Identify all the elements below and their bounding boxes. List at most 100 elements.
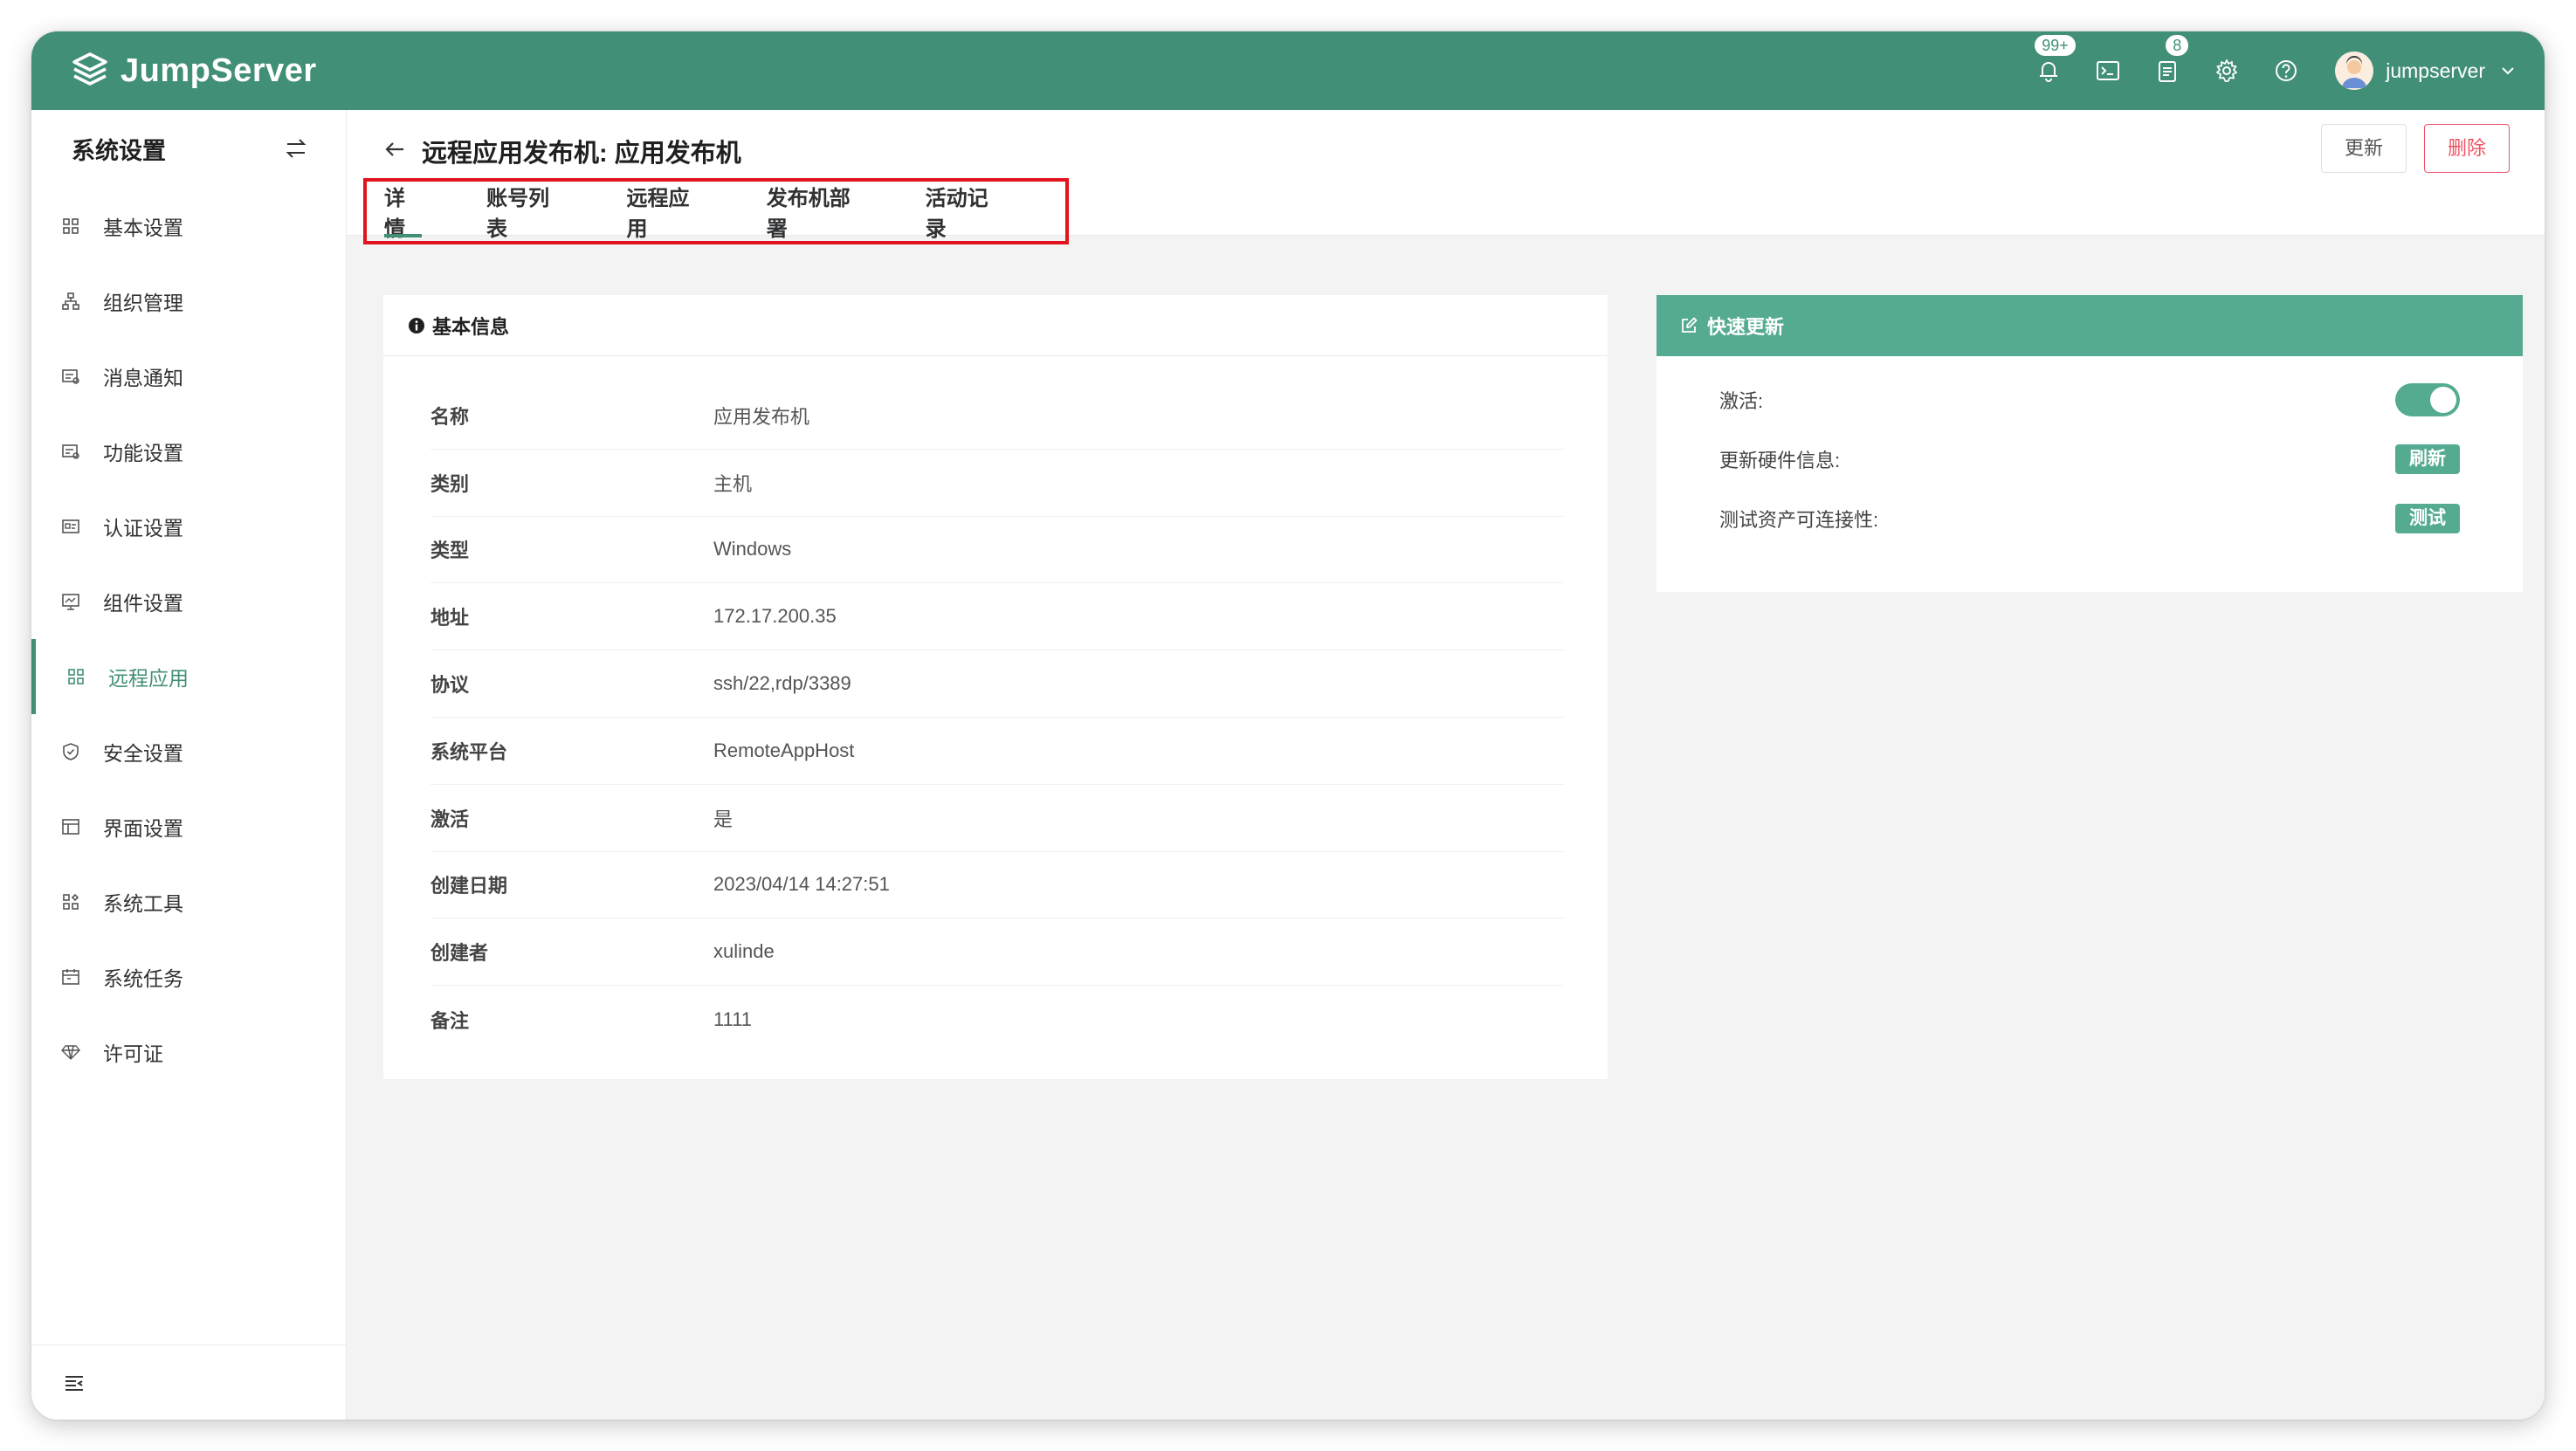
basic-info-header: 基本信息: [383, 295, 1608, 356]
info-label: 地址: [430, 607, 470, 629]
sidebar-item-feature-settings[interactable]: 功能设置: [31, 414, 346, 489]
help-icon: [2276, 60, 2297, 81]
info-label: 激活: [430, 808, 470, 830]
diamond-icon: [61, 1045, 80, 1060]
user-avatar-icon: [2342, 56, 2367, 88]
user-menu[interactable]: jumpserver: [2335, 52, 2517, 90]
sidebar-item-license[interactable]: 许可证: [31, 1014, 346, 1090]
info-row: 协议 ssh/22,rdp/3389: [430, 650, 1564, 718]
info-value: 是: [713, 808, 734, 830]
sidebar-collapse[interactable]: [31, 1344, 346, 1420]
sidebar-item-label: 系统工具: [103, 892, 183, 915]
sidebar-item-ui-settings[interactable]: 界面设置: [31, 789, 346, 864]
info-row: 激活 是: [430, 785, 1564, 852]
info-label: 协议: [430, 674, 470, 697]
sidebar-item-label: 基本设置: [103, 217, 183, 239]
gear-icon: [2216, 59, 2238, 82]
sidebar-item-basic-settings[interactable]: 基本设置: [31, 189, 346, 264]
sidebar-item-message-notify[interactable]: 消息通知: [31, 339, 346, 414]
avatar: [2335, 52, 2374, 90]
bell-icon: [2040, 62, 2058, 82]
tab-accounts[interactable]: 账号列表: [486, 182, 561, 241]
notifications-button[interactable]: 99+: [2019, 31, 2078, 110]
delete-button[interactable]: 删除: [2423, 124, 2510, 173]
sidebar-item-org-management[interactable]: 组织管理: [31, 264, 346, 339]
quick-update-header: 快速更新: [1656, 295, 2523, 356]
active-toggle[interactable]: [2395, 383, 2460, 416]
help-button[interactable]: [2256, 31, 2316, 110]
terminal-icon: [2097, 61, 2120, 80]
main-content: 远程应用发布机: 应用发布机 更新 删除 详情 账号列表 远程应用 发布机部署 …: [347, 110, 2545, 1420]
sidebar-item-label: 许可证: [103, 1042, 163, 1065]
tools-icon: [63, 893, 79, 910]
basic-info-card: 基本信息 名称 应用发布机 类别 主机 类型 Windows 地址 172.17.200…: [383, 295, 1608, 1079]
tickets-badge: 8: [2166, 35, 2189, 56]
top-actions: 99+ 8 jumpserver: [2019, 31, 2517, 110]
info-label: 创建日期: [430, 875, 508, 897]
update-button[interactable]: 更新: [2320, 124, 2407, 173]
web-terminal-button[interactable]: [2078, 31, 2138, 110]
top-navbar: JumpServer 99+ 8 jumpserver: [31, 31, 2545, 110]
info-value: 1111: [713, 1007, 753, 1030]
sidebar-item-label: 系统任务: [103, 967, 183, 990]
tab-remote-apps[interactable]: 远程应用: [626, 182, 701, 241]
quick-row-hardware: 更新硬件信息: 刷新: [1719, 430, 2460, 489]
settings-button[interactable]: [2197, 31, 2256, 110]
id-card-icon: [62, 519, 79, 533]
hardware-label: 更新硬件信息:: [1719, 450, 1841, 471]
info-row: 系统平台 RemoteAppHost: [430, 718, 1564, 785]
sidebar-title: 系统设置: [72, 137, 166, 164]
message-icon: [62, 369, 79, 384]
switch-view-icon[interactable]: [283, 135, 309, 162]
info-label: 备注: [430, 1009, 470, 1032]
sidebar-menu: 基本设置 组织管理 消息通知 功能设置 认证设置 组件设置 远程应用 安全设置 …: [31, 189, 346, 1090]
edit-icon: [1682, 317, 1698, 333]
monitor-icon: [62, 594, 79, 610]
tickets-button[interactable]: 8: [2138, 31, 2197, 110]
sidebar-item-component-settings[interactable]: 组件设置: [31, 564, 346, 639]
menu-collapse-icon: [65, 1375, 83, 1391]
sidebar-item-remote-apps[interactable]: 远程应用: [31, 639, 346, 714]
sidebar: 系统设置 基本设置 组织管理 消息通知 功能设置 认证设置 组件设置 远程应用 …: [31, 110, 347, 1420]
info-value: RemoteAppHost: [713, 739, 855, 761]
sidebar-item-label: 消息通知: [103, 367, 183, 389]
info-label: 类别: [430, 472, 470, 495]
info-row: 创建日期 2023/04/14 14:27:51: [430, 852, 1564, 919]
back-arrow-icon[interactable]: [382, 136, 408, 162]
sidebar-item-system-tasks[interactable]: 系统任务: [31, 939, 346, 1014]
sidebar-item-system-tools[interactable]: 系统工具: [31, 864, 346, 939]
tab-activity[interactable]: 活动记录: [926, 182, 1001, 241]
basic-info-title: 基本信息: [432, 315, 510, 338]
info-value: 应用发布机: [713, 405, 810, 428]
info-circle-icon: [409, 317, 424, 334]
test-label: 测试资产可连接性:: [1719, 509, 1879, 531]
tab-details[interactable]: 详情: [384, 182, 423, 241]
sidebar-item-label: 认证设置: [103, 517, 183, 540]
tab-deployment[interactable]: 发布机部署: [767, 182, 861, 241]
tabs: 详情 账号列表 远程应用 发布机部署 活动记录: [363, 178, 1069, 244]
info-label: 创建者: [430, 942, 489, 965]
info-value: 主机: [713, 472, 753, 495]
refresh-hardware-button[interactable]: 刷新: [2395, 444, 2460, 474]
info-table: 名称 应用发布机 类别 主机 类型 Windows 地址 172.17.200.35 协…: [430, 382, 1564, 1053]
info-row: 地址 172.17.200.35: [430, 583, 1564, 651]
sidebar-item-label: 组件设置: [103, 592, 183, 615]
sidebar-item-auth-settings[interactable]: 认证设置: [31, 489, 346, 564]
quick-row-active: 激活:: [1719, 370, 2460, 430]
brand-name: JumpServer: [121, 52, 317, 89]
quick-update-card: 快速更新 激活: 更新硬件信息: 刷新 测试资产可连接性: 测试: [1656, 295, 2523, 592]
clipboard-icon: [2159, 61, 2177, 82]
grid-icon: [63, 218, 79, 234]
test-connectivity-button[interactable]: 测试: [2395, 504, 2460, 533]
brand[interactable]: JumpServer: [70, 51, 317, 91]
layout-icon: [62, 819, 79, 835]
info-value: xulinde: [713, 940, 775, 963]
sidebar-item-label: 界面设置: [103, 817, 183, 840]
info-value: ssh/22,rdp/3389: [713, 672, 851, 695]
sidebar-item-security-settings[interactable]: 安全设置: [31, 714, 346, 789]
jumpserver-logo-icon: [72, 52, 107, 86]
sidebar-item-label: 组织管理: [103, 292, 183, 314]
info-row: 备注 1111: [430, 986, 1564, 1053]
quick-update-title: 快速更新: [1707, 316, 1785, 338]
page-header: 远程应用发布机: 应用发布机 更新 删除 详情 账号列表 远程应用 发布机部署 …: [347, 110, 2545, 244]
